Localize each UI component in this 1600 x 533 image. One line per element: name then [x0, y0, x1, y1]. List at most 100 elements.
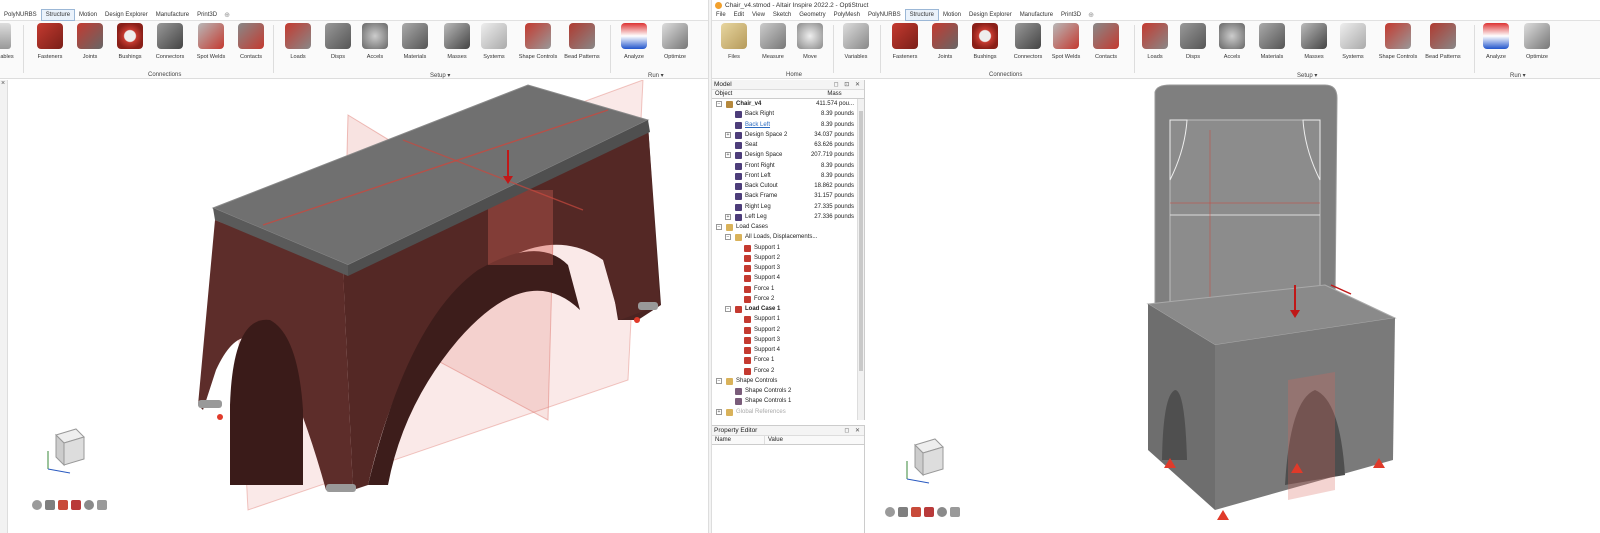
menu-tab-print3d[interactable]: Print3D	[193, 10, 221, 20]
value-column-header[interactable]: Value	[764, 436, 854, 444]
model-tree-item[interactable]: − Load Case 1	[712, 304, 857, 314]
menu-tab-geometry[interactable]: Geometry	[795, 10, 829, 20]
run-group-label[interactable]: Run ▾	[1510, 72, 1526, 79]
masses-tool[interactable]: Masses	[1294, 23, 1334, 63]
panel-window-controls[interactable]: ◻ ⊡ ✕	[834, 81, 864, 88]
expand-icon[interactable]: +	[716, 408, 722, 415]
model-tree-item[interactable]: Back Right 8.39 pounds	[712, 109, 857, 119]
display-filter-icon[interactable]	[58, 500, 68, 510]
optimize-tool[interactable]: Optimize	[655, 23, 695, 63]
optimize-tool[interactable]: Optimize	[1517, 23, 1557, 63]
left-3d-viewport[interactable]	[8, 79, 708, 533]
bead-patterns-tool[interactable]: Bead Patterns	[1423, 23, 1463, 63]
systems-tool[interactable]: Systems	[1333, 23, 1373, 63]
bushings-tool[interactable]: Bushings	[965, 23, 1005, 63]
fit-icon[interactable]	[97, 500, 107, 510]
run-group-label[interactable]: Run ▾	[648, 72, 664, 79]
menu-tab-structure[interactable]: Structure	[40, 9, 76, 21]
menu-tab-polynurbs[interactable]: PolyNURBS	[864, 10, 905, 20]
model-tree-item[interactable]: + Design Space 2 34.037 pounds	[712, 130, 857, 140]
name-column-header[interactable]: Name	[712, 436, 764, 444]
expand-icon[interactable]: +	[725, 131, 731, 138]
menu-tab-view[interactable]: View	[748, 10, 769, 20]
model-tree-item[interactable]: Back Cutout 18.862 pounds	[712, 181, 857, 191]
close-icon[interactable]: ×	[0, 80, 7, 87]
model-tree-item[interactable]: Front Right 8.39 pounds	[712, 161, 857, 171]
model-tree-item[interactable]: − Load Cases	[712, 222, 857, 232]
model-tree-item[interactable]: Force 1	[712, 284, 857, 294]
fasteners-tool[interactable]: Fasteners	[30, 23, 70, 63]
view-mode-icon[interactable]	[885, 507, 895, 517]
box-select-icon[interactable]	[45, 500, 55, 510]
model-tree-item[interactable]: Back Left 8.39 pounds	[712, 120, 857, 130]
model-tree-item[interactable]: Support 4	[712, 345, 857, 355]
collapse-icon[interactable]: −	[716, 101, 722, 107]
model-tree-item[interactable]: Support 3	[712, 263, 857, 273]
model-tree-item[interactable]: Front Left 8.39 pounds	[712, 171, 857, 181]
collapse-icon[interactable]: −	[716, 377, 722, 384]
model-tree-item[interactable]: Shape Controls 2	[712, 386, 857, 396]
joints-tool[interactable]: Joints	[70, 23, 110, 63]
spot-welds-tool[interactable]: Spot Welds	[191, 23, 231, 63]
model-tree-item[interactable]: − Chair_v4 411.574 pou...	[712, 99, 857, 109]
model-tree-item[interactable]: Force 2	[712, 294, 857, 304]
setup-group-label[interactable]: Setup ▾	[1297, 72, 1317, 79]
model-tree-item[interactable]: Support 1	[712, 314, 857, 324]
model-tree-item[interactable]: Force 2	[712, 366, 857, 376]
menu-tab-print3d[interactable]: Print3D	[1057, 10, 1085, 20]
model-tree-item[interactable]: + Global References	[712, 407, 857, 417]
menu-tab-sketch[interactable]: Sketch	[769, 10, 795, 20]
expand-icon[interactable]: +	[725, 213, 731, 220]
analyze-tool[interactable]: Analyze	[614, 23, 654, 63]
menu-tab-manufacture[interactable]: Manufacture	[1016, 10, 1057, 20]
zoom-icon[interactable]	[937, 507, 947, 517]
model-tree-item[interactable]: Support 4	[712, 273, 857, 283]
fasteners-tool[interactable]: Fasteners	[885, 23, 925, 63]
add-tab-icon[interactable]: ⊕	[1085, 11, 1097, 19]
connectors-tool[interactable]: Connectors	[1008, 23, 1048, 63]
bench-model-render[interactable]	[8, 79, 708, 533]
add-tab-icon[interactable]: ⊕	[221, 11, 233, 19]
expand-icon[interactable]: +	[725, 152, 731, 159]
menu-tab-manufacture[interactable]: Manufacture	[152, 10, 193, 20]
menu-tab-structure[interactable]: Structure	[904, 9, 939, 21]
shape-controls-tool[interactable]: Shape Controls	[518, 23, 558, 63]
masses-tool[interactable]: Masses	[437, 23, 477, 63]
view-cube[interactable]	[44, 425, 90, 475]
model-tree-item[interactable]: − All Loads, Displacements...	[712, 232, 857, 242]
measure-tool[interactable]: Measure	[753, 23, 793, 63]
model-tree-item[interactable]: Support 2	[712, 253, 857, 263]
object-column-header[interactable]: Object	[712, 90, 812, 98]
systems-tool[interactable]: Systems	[474, 23, 514, 63]
right-3d-viewport[interactable]	[865, 80, 1600, 533]
bushings-tool[interactable]: Bushings	[110, 23, 150, 63]
contacts-tool[interactable]: Contacts	[1086, 23, 1126, 63]
collapse-icon[interactable]: −	[716, 224, 722, 230]
connectors-tool[interactable]: Connectors	[150, 23, 190, 63]
accels-tool[interactable]: Accels	[355, 23, 395, 63]
materials-tool[interactable]: Materials	[395, 23, 435, 63]
view-cube[interactable]	[903, 435, 949, 485]
menu-tab-polynurbs[interactable]: PolyNURBS	[0, 10, 41, 20]
model-tree-item[interactable]: Support 3	[712, 335, 857, 345]
model-tree-item[interactable]: Shape Controls 1	[712, 396, 857, 406]
model-tree-item[interactable]: + Design Space 207.719 pounds	[712, 150, 857, 160]
accels-tool[interactable]: Accels	[1212, 23, 1252, 63]
model-tree-scrollbar[interactable]	[857, 99, 864, 420]
shape-controls-tool[interactable]: Shape Controls	[1378, 23, 1418, 63]
left-side-toolbar[interactable]: ×	[0, 80, 8, 533]
menu-tab-motion[interactable]: Motion	[75, 10, 101, 20]
contacts-tool[interactable]: Contacts	[231, 23, 271, 63]
section-icon[interactable]	[71, 500, 81, 510]
model-tree-item[interactable]: Support 2	[712, 325, 857, 335]
display-filter-icon[interactable]	[911, 507, 921, 517]
setup-group-label[interactable]: Setup ▾	[430, 72, 450, 79]
variables-tool-clipped[interactable]: ables	[0, 23, 18, 63]
move-tool[interactable]: Move	[790, 23, 830, 63]
model-tree-item[interactable]: − Shape Controls	[712, 376, 857, 386]
joints-tool[interactable]: Joints	[925, 23, 965, 63]
menu-tab-edit[interactable]: Edit	[730, 10, 748, 20]
menu-tab-design-explorer[interactable]: Design Explorer	[965, 10, 1016, 20]
menu-tab-file[interactable]: File	[712, 10, 730, 20]
menu-tab-design-explorer[interactable]: Design Explorer	[101, 10, 152, 20]
